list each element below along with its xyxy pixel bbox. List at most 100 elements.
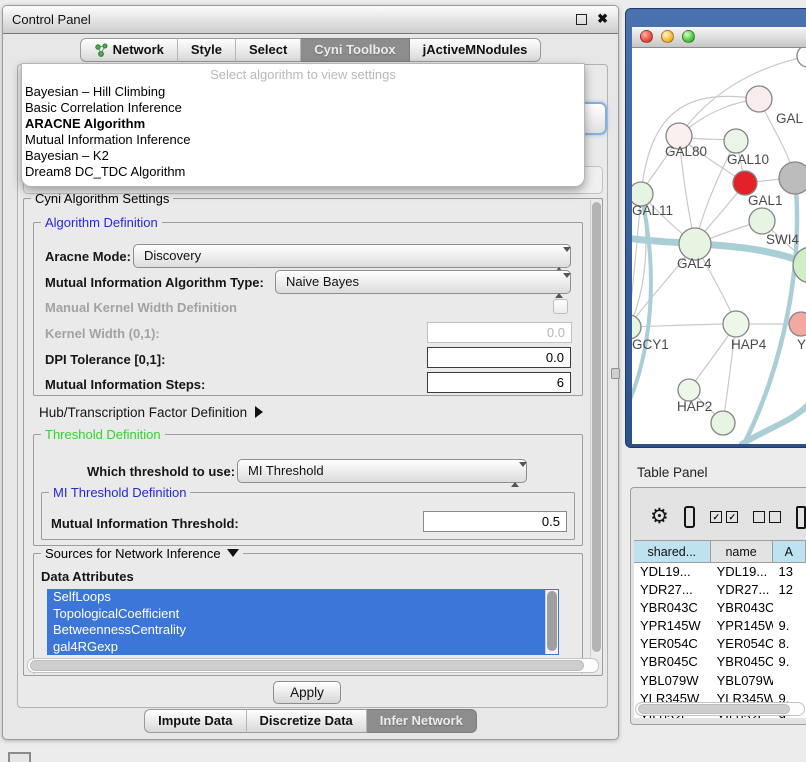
- table-panel-title: Table Panel: [637, 465, 708, 480]
- table-cell: YBR043C: [634, 599, 711, 617]
- node-label: GAL1: [748, 193, 783, 208]
- network-node-hap2[interactable]: [678, 379, 700, 401]
- which-threshold-combo[interactable]: MI Threshold: [237, 459, 527, 483]
- data-attributes-label: Data Attributes: [41, 569, 134, 584]
- mi-threshold-label: Mutual Information Threshold:: [51, 516, 239, 531]
- close-traffic-light[interactable]: [640, 30, 653, 43]
- float-panel-icon[interactable]: [576, 14, 587, 25]
- tab-label: Network: [113, 42, 164, 57]
- aracne-mode-combo[interactable]: Discovery: [133, 244, 571, 268]
- minimize-traffic-light[interactable]: [661, 30, 674, 43]
- network-window-titlebar: [632, 27, 806, 48]
- table-row[interactable]: YBR045CYBR045C9.: [634, 653, 806, 671]
- table-row[interactable]: YER054CYER054C8.: [634, 635, 806, 653]
- collapse-down-icon: [227, 549, 239, 557]
- document-icon[interactable]: [796, 506, 806, 529]
- tab-jactivemnodules[interactable]: jActiveMNodules: [410, 38, 542, 62]
- control-panel-tab-bar: Network StyleSelectCyni ToolboxjActiveMNo…: [3, 38, 618, 62]
- column-header[interactable]: name: [711, 540, 773, 563]
- collapsed-panel-icon[interactable]: [8, 752, 31, 762]
- kernel-width-field[interactable]: 0.0: [427, 322, 572, 343]
- mi-steps-field[interactable]: 6: [427, 372, 571, 393]
- network-node[interactable]: [746, 86, 772, 112]
- network-node-y[interactable]: [789, 312, 806, 336]
- table-header-row: shared...nameA: [634, 540, 806, 563]
- settings-horizontal-scrollbar[interactable]: [27, 658, 599, 673]
- split-view-icon[interactable]: [684, 506, 695, 528]
- table-row[interactable]: YBL079WYBL079W: [634, 672, 806, 690]
- table-row[interactable]: YPR145WYPR145W9.: [634, 617, 806, 635]
- mi-type-combo[interactable]: Naive Bayes: [275, 270, 571, 294]
- column-header[interactable]: A: [773, 540, 806, 563]
- tab-select[interactable]: Select: [236, 38, 301, 62]
- network-node[interactable]: [711, 411, 735, 435]
- hub-definition-toggle[interactable]: Hub/Transcription Factor Definition: [39, 405, 263, 420]
- zoom-traffic-light[interactable]: [682, 30, 695, 43]
- manual-kernel-checkbox[interactable]: [553, 299, 568, 314]
- bottom-tab-discretize-data[interactable]: Discretize Data: [247, 709, 367, 733]
- attribute-list-item[interactable]: BetweennessCentrality: [47, 622, 559, 639]
- network-canvas[interactable]: GALGAL80GAL10GAL1GAL11SWI4GAL4GCY1HAP4YH…: [632, 48, 806, 444]
- bottom-tab-impute-data[interactable]: Impute Data: [144, 709, 246, 733]
- table-horizontal-scrollbar[interactable]: [635, 702, 805, 716]
- table-cell: YPR145W: [711, 617, 773, 635]
- network-node-gcy1[interactable]: [632, 315, 641, 339]
- algorithm-popup-item[interactable]: Mutual Information Inference: [22, 132, 584, 148]
- stepper-icon: [511, 464, 519, 478]
- table-row[interactable]: YDL19...YDL19...13: [634, 563, 806, 581]
- attribute-list-item[interactable]: TopologicalCoefficient: [47, 606, 559, 623]
- aracne-mode-label: Aracne Mode:: [45, 249, 131, 264]
- tab-network[interactable]: Network: [80, 38, 178, 62]
- which-threshold-label: Which threshold to use:: [87, 464, 235, 479]
- tab-cyni-toolbox[interactable]: Cyni Toolbox: [301, 38, 409, 62]
- algorithm-popup-item[interactable]: Bayesian – K2: [22, 148, 584, 164]
- tab-style[interactable]: Style: [178, 38, 236, 62]
- algorithm-popup-item[interactable]: Basic Correlation Inference: [22, 100, 584, 116]
- apply-button[interactable]: Apply: [273, 681, 341, 704]
- network-icon: [94, 43, 108, 57]
- unchecked-boxes-icon[interactable]: [753, 511, 781, 523]
- network-node-swi4[interactable]: [749, 208, 775, 234]
- network-node-gal1[interactable]: [733, 171, 757, 195]
- table-cell: YDL19...: [711, 563, 773, 581]
- bottom-tab-infer-network[interactable]: Infer Network: [367, 709, 477, 733]
- algorithm-popup-item[interactable]: ARACNE Algorithm: [22, 116, 584, 132]
- algorithm-dropdown-popup: Select algorithm to view settings Bayesi…: [21, 63, 585, 187]
- checked-boxes-icon[interactable]: ✓✓: [710, 511, 738, 523]
- close-icon[interactable]: ✖: [597, 11, 608, 27]
- table-cell: YDL19...: [634, 563, 711, 581]
- network-node-gal10[interactable]: [724, 129, 748, 153]
- node-label: GAL4: [677, 256, 712, 271]
- attribute-list-item[interactable]: SelfLoops: [47, 589, 559, 606]
- table-cell: 13: [773, 563, 806, 581]
- table-cell: YBL079W: [711, 672, 773, 690]
- node-label: GAL11: [632, 203, 673, 218]
- mi-type-value: Naive Bayes: [286, 274, 359, 289]
- mi-steps-label: Mutual Information Steps:: [45, 377, 205, 392]
- algorithm-popup-item[interactable]: Bayesian – Hill Climbing: [22, 84, 584, 100]
- expand-right-icon: [255, 406, 263, 418]
- table-row[interactable]: YBR043CYBR043C: [634, 599, 806, 617]
- algorithm-popup-list: Bayesian – Hill ClimbingBasic Correlatio…: [22, 84, 584, 180]
- mi-threshold-field[interactable]: 0.5: [423, 511, 567, 532]
- bottom-tab-label: Impute Data: [158, 713, 232, 728]
- stepper-icon: [555, 275, 563, 289]
- node-label: Y: [797, 337, 806, 352]
- algorithm-popup-item[interactable]: Dream8 DC_TDC Algorithm: [22, 164, 584, 180]
- gear-icon[interactable]: ⚙: [650, 507, 669, 527]
- dpi-tolerance-field[interactable]: 0.0: [427, 347, 571, 368]
- network-node[interactable]: [797, 48, 806, 67]
- splitter-handle[interactable]: [611, 368, 620, 379]
- settings-vertical-scrollbar[interactable]: [590, 200, 602, 658]
- sources-toggle[interactable]: Sources for Network Inference: [41, 546, 243, 561]
- dpi-tolerance-label: DPI Tolerance [0,1]:: [45, 352, 165, 367]
- table-cell: [773, 599, 806, 617]
- network-node-hap4[interactable]: [723, 311, 749, 337]
- desktop: Control Panel ✖ NetworkStyleSelectCyni T…: [0, 0, 806, 762]
- attributes-scrollbar[interactable]: [545, 590, 558, 654]
- network-node[interactable]: [779, 162, 806, 194]
- table-row[interactable]: YDR27...YDR27...12: [634, 581, 806, 599]
- column-header[interactable]: shared...: [634, 540, 711, 563]
- node-table: shared...nameAYDL19...YDL19...13YDR27...…: [634, 540, 806, 718]
- attribute-list-item[interactable]: gal4RGexp: [47, 639, 559, 656]
